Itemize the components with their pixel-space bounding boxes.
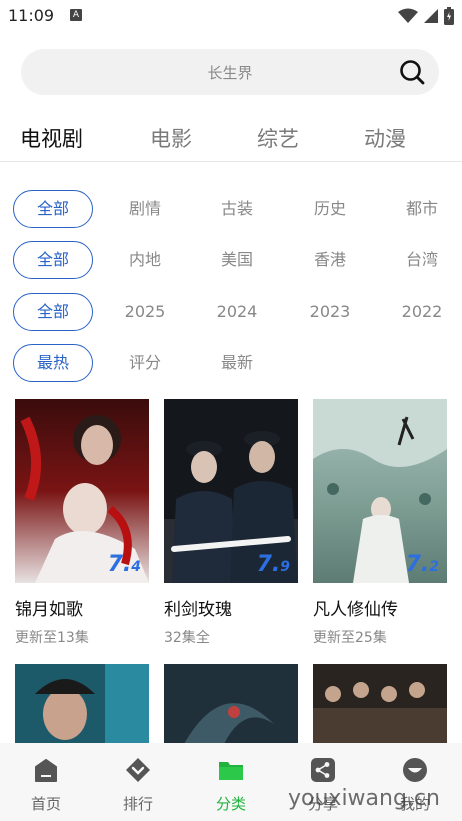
search-input[interactable]: 长生界 (21, 62, 439, 83)
show-card[interactable]: 7.2 凡人修仙传 更新至25集 (313, 399, 447, 647)
filter-chip[interactable]: 内地 (105, 241, 185, 279)
wifi-icon (398, 8, 418, 23)
poster-image[interactable]: 7.9 (164, 399, 298, 583)
status-icons (398, 6, 454, 26)
filter-chip[interactable]: 美国 (197, 241, 277, 279)
tab-movie[interactable]: 电影 (150, 123, 192, 153)
filter-chip[interactable]: 台湾 (382, 241, 462, 279)
card-episode-status: 更新至13集 (15, 630, 89, 646)
filter-chip[interactable]: 剧情 (105, 190, 185, 228)
card-title[interactable]: 利剑玫瑰 (164, 595, 298, 620)
nav-category[interactable]: 分类 (201, 757, 261, 814)
filter-chip-selected[interactable]: 全部 (13, 190, 93, 228)
watermark: youxiwang.cn (288, 786, 440, 811)
filter-chip[interactable]: 香港 (290, 241, 370, 279)
folder-icon (219, 762, 243, 780)
notification-icon: A (70, 9, 82, 21)
search-bar[interactable]: 长生界 (21, 49, 439, 95)
filter-chip[interactable]: 都市 (382, 190, 462, 228)
filter-chip[interactable]: 2025 (105, 293, 185, 331)
status-time: 11:09 (8, 6, 55, 25)
tab-variety[interactable]: 综艺 (257, 123, 299, 153)
filter-chip-selected[interactable]: 全部 (13, 293, 93, 331)
tab-tv[interactable]: 电视剧 (20, 123, 83, 153)
card-episode-status: 32集全 (164, 630, 210, 646)
card-title[interactable]: 凡人修仙传 (313, 595, 447, 620)
poster-image[interactable] (313, 664, 447, 744)
nav-ranking[interactable]: 排行 (108, 757, 168, 814)
poster-image[interactable]: 7.2 (313, 399, 447, 583)
poster-image[interactable]: 7.4 (15, 399, 149, 583)
filter-chip[interactable]: 2022 (382, 293, 462, 331)
poster-art (164, 664, 298, 744)
poster-art (15, 664, 149, 744)
filter-chip[interactable]: 历史 (290, 190, 370, 228)
home-icon (35, 759, 57, 782)
filter-chip[interactable]: 古装 (197, 190, 277, 228)
rating-badge: 7.9 (256, 552, 290, 577)
rating-badge: 7.4 (107, 552, 141, 577)
region-filter-row: 全部 内地 美国 香港 台湾 (0, 241, 462, 279)
rating-badge: 7.2 (405, 552, 439, 577)
signal-icon (424, 9, 438, 23)
poster-image[interactable] (164, 664, 298, 744)
ranking-icon (126, 758, 150, 782)
nav-label: 排行 (122, 795, 153, 813)
tab-anime[interactable]: 动漫 (364, 123, 406, 153)
filter-chip[interactable]: 2023 (290, 293, 370, 331)
battery-icon (444, 7, 454, 25)
filter-chip[interactable]: 2024 (197, 293, 277, 331)
filter-chip[interactable]: 最新 (197, 344, 277, 382)
sort-filter-row: 最热 评分 最新 (0, 344, 462, 382)
category-tabs: 电视剧 电影 综艺 动漫 (0, 112, 462, 162)
year-filter-row: 全部 2025 2024 2023 2022 (0, 293, 462, 331)
genre-filter-row: 全部 剧情 古装 历史 都市 (0, 190, 462, 228)
poster-art (313, 664, 447, 744)
card-title[interactable]: 锦月如歌 (15, 595, 149, 620)
show-card[interactable]: 7.4 锦月如歌 更新至13集 (15, 399, 149, 647)
search-icon[interactable] (399, 59, 425, 85)
status-bar: 11:09 A (0, 0, 462, 34)
nav-label: 首页 (30, 795, 61, 813)
nav-label: 分类 (215, 795, 246, 813)
share-icon (311, 758, 335, 782)
profile-icon (403, 758, 427, 782)
filter-chip-selected[interactable]: 全部 (13, 241, 93, 279)
show-card[interactable]: 7.9 利剑玫瑰 32集全 (164, 399, 298, 647)
nav-home[interactable]: 首页 (16, 757, 76, 814)
filter-chip-selected[interactable]: 最热 (13, 344, 93, 382)
filter-chip[interactable]: 评分 (105, 344, 185, 382)
poster-image[interactable] (15, 664, 149, 744)
card-episode-status: 更新至25集 (313, 630, 387, 646)
